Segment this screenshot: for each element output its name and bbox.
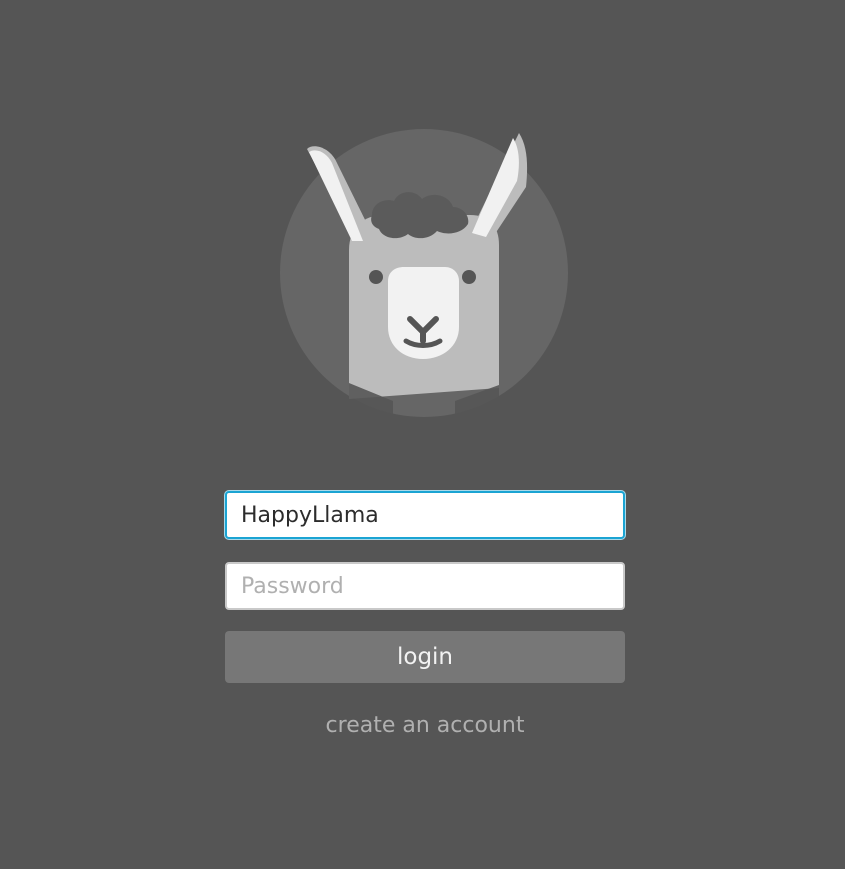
login-screen: login create an account [0,0,845,869]
username-field[interactable] [225,491,625,539]
login-button[interactable]: login [225,631,625,683]
llama-icon [280,129,568,423]
llama-logo [275,123,575,423]
username-input[interactable] [227,493,623,537]
password-field[interactable] [225,562,625,610]
create-account-link[interactable]: create an account [225,713,625,738]
password-input[interactable] [227,564,623,608]
